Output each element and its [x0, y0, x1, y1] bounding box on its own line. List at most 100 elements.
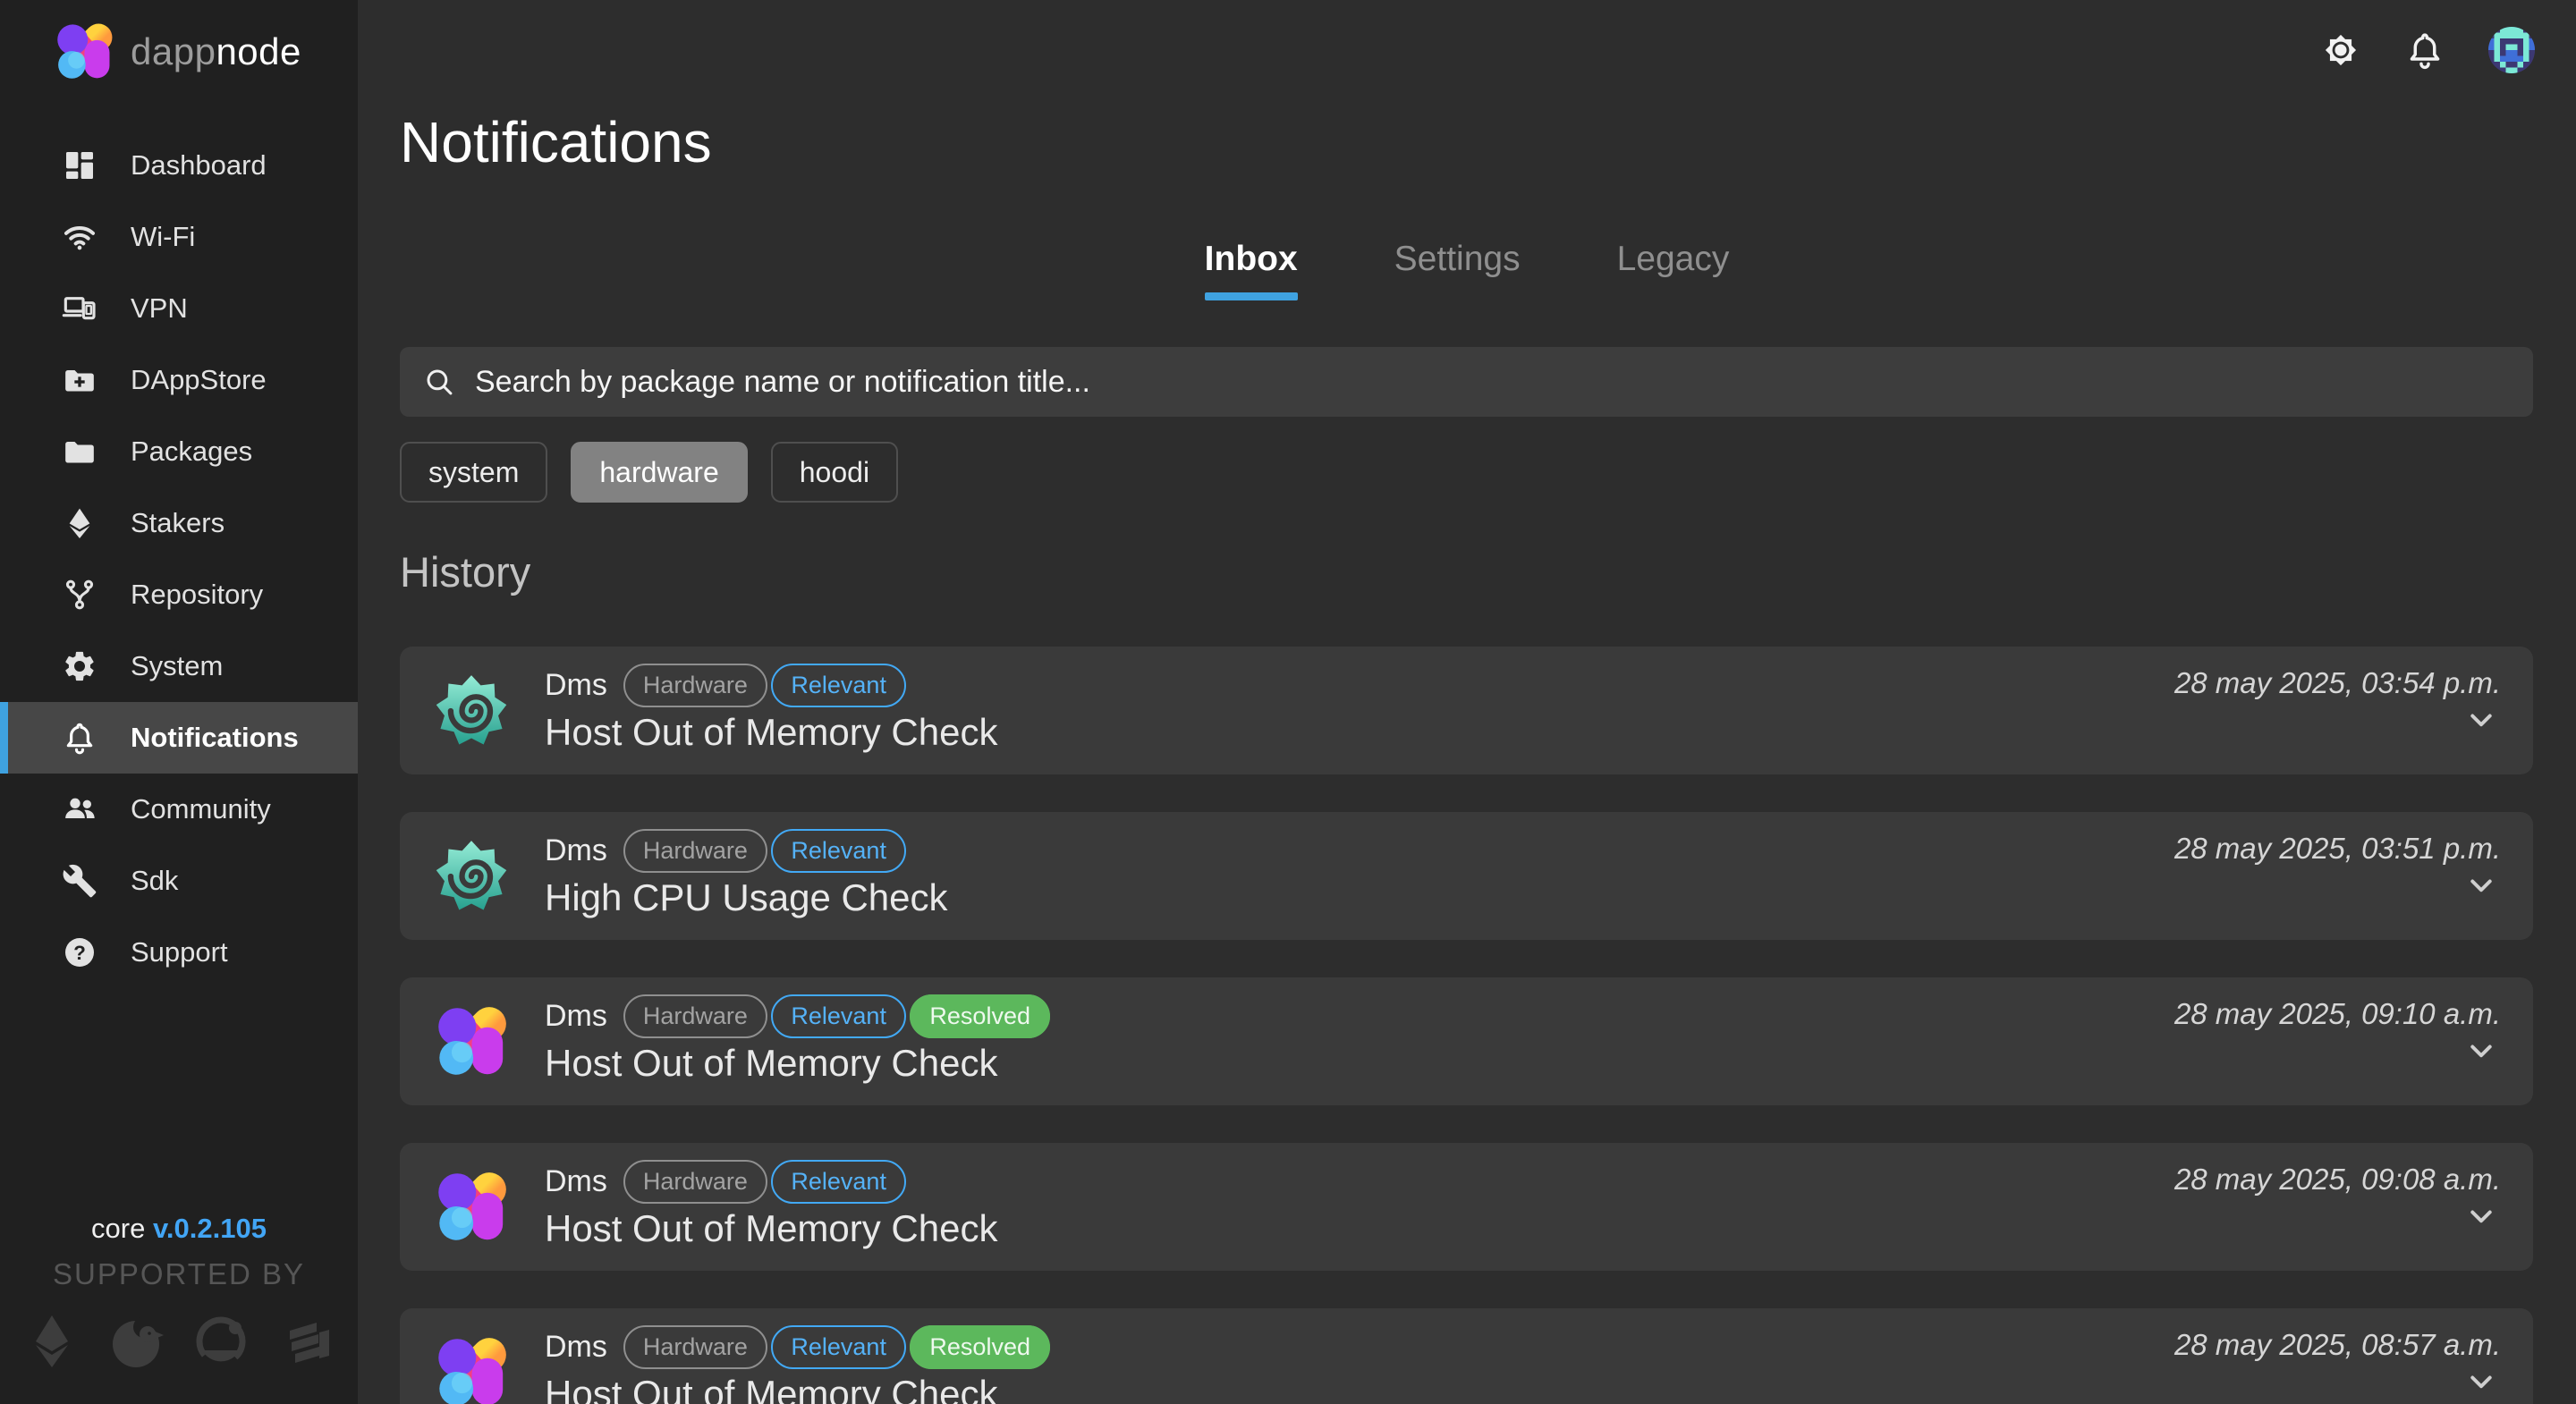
- status-badge: Resolved: [910, 994, 1050, 1038]
- support-icon: ?: [61, 934, 98, 971]
- package-name: Dms: [545, 999, 607, 1034]
- search-input[interactable]: [473, 364, 2510, 401]
- package-name: Dms: [545, 1164, 607, 1199]
- sdk-icon: [61, 862, 98, 900]
- tab-inbox[interactable]: Inbox: [1205, 240, 1298, 300]
- dappstore-icon: [61, 361, 98, 399]
- sidebar-item-repository[interactable]: Repository: [0, 559, 358, 630]
- notification-card[interactable]: Dms Hardware Relevant Resolved: [400, 1308, 2533, 1404]
- package-name: Dms: [545, 1330, 607, 1365]
- chevron-down-icon[interactable]: [2465, 869, 2497, 901]
- card-meta: Dms Hardware Relevant: [545, 1164, 997, 1199]
- card-body: Dms Hardware Relevant High CPU Usage Che…: [545, 833, 948, 919]
- dappnode-logo-icon: [434, 1170, 509, 1245]
- stakers-icon: [61, 504, 98, 542]
- supported-by-label: SUPPORTED BY: [0, 1257, 358, 1291]
- tab-settings[interactable]: Settings: [1394, 240, 1521, 300]
- package-name: Dms: [545, 668, 607, 703]
- badges: Hardware Relevant Resolved: [623, 1335, 1050, 1359]
- card-right: 28 may 2025, 03:51 p.m.: [2174, 832, 2501, 901]
- sidebar-item-stakers[interactable]: Stakers: [0, 487, 358, 559]
- bird-logo: [108, 1313, 165, 1370]
- topbar: [2320, 27, 2535, 73]
- status-badge: Relevant: [771, 829, 906, 873]
- sidebar-menu: Dashboard Wi-Fi VPN: [0, 130, 358, 988]
- dashboard-icon: [61, 147, 98, 184]
- sidebar-item-dashboard[interactable]: Dashboard: [0, 130, 358, 201]
- community-icon: [61, 791, 98, 828]
- sidebar: dappnode Dashboard Wi-Fi: [0, 0, 358, 1404]
- core-version-line: core v.0.2.105: [0, 1213, 358, 1245]
- sidebar-item-system[interactable]: System: [0, 630, 358, 702]
- avatar[interactable]: [2488, 27, 2535, 73]
- vpn-icon: [61, 290, 98, 327]
- svg-text:?: ?: [73, 942, 86, 964]
- notification-title: Host Out of Memory Check: [545, 1373, 1050, 1404]
- card-body: Dms Hardware Relevant Host Out of Memory…: [545, 668, 997, 754]
- notification-card[interactable]: Dms Hardware Relevant Resolved: [400, 977, 2533, 1105]
- brand-wordmark: dappnode: [131, 30, 301, 73]
- tab-underline: [1617, 292, 1730, 300]
- filter-chip-system[interactable]: system: [400, 442, 547, 503]
- status-badge: Hardware: [623, 829, 767, 873]
- filter-chip-hardware[interactable]: hardware: [571, 442, 747, 503]
- ethereum-logo: [23, 1313, 80, 1370]
- timestamp: 28 may 2025, 09:10 a.m.: [2174, 997, 2501, 1031]
- timestamp: 28 may 2025, 08:57 a.m.: [2174, 1328, 2501, 1362]
- timestamp: 28 may 2025, 03:51 p.m.: [2174, 832, 2501, 866]
- status-badge: Relevant: [771, 994, 906, 1038]
- chevron-down-icon[interactable]: [2465, 1366, 2497, 1398]
- theme-sun-icon[interactable]: [2320, 30, 2361, 71]
- notification-title: Host Out of Memory Check: [545, 711, 997, 754]
- chevron-down-icon[interactable]: [2465, 1035, 2497, 1067]
- status-badge: Hardware: [623, 994, 767, 1038]
- dappnode-logo-icon: [54, 21, 114, 82]
- card-right: 28 may 2025, 09:10 a.m.: [2174, 997, 2501, 1067]
- filter-chip-hoodi[interactable]: hoodi: [771, 442, 898, 503]
- sidebar-item-wi-fi[interactable]: Wi-Fi: [0, 201, 358, 273]
- dappnode-logo-icon: [434, 1004, 509, 1079]
- notification-card[interactable]: Dms Hardware Relevant Host Out of Memory…: [400, 1143, 2533, 1271]
- notification-title: High CPU Usage Check: [545, 876, 948, 919]
- ring-dot-logo: [192, 1313, 250, 1370]
- tab-underline: [1205, 292, 1298, 300]
- search-icon: [423, 366, 455, 398]
- tabs: Inbox Settings Legacy: [358, 240, 2576, 300]
- status-badge: Relevant: [771, 1160, 906, 1204]
- notification-title: Host Out of Memory Check: [545, 1042, 1050, 1085]
- notifications-icon: [61, 719, 98, 757]
- tab-underline: [1394, 292, 1521, 300]
- sidebar-item-support[interactable]: ? Support: [0, 917, 358, 988]
- package-name: Dms: [545, 833, 607, 868]
- sidebar-item-notifications[interactable]: Notifications: [0, 702, 358, 774]
- notification-list: Dms Hardware Relevant Host Out of Memory…: [400, 647, 2533, 1404]
- dms-grafana-icon: [434, 839, 509, 914]
- card-body: Dms Hardware Relevant Resolved: [545, 1330, 1050, 1404]
- wifi-icon: [61, 218, 98, 256]
- tab-legacy[interactable]: Legacy: [1617, 240, 1730, 300]
- card-right: 28 may 2025, 03:54 p.m.: [2174, 666, 2501, 736]
- sidebar-item-dappstore[interactable]: DAppStore: [0, 344, 358, 416]
- system-icon: [61, 647, 98, 685]
- notification-card[interactable]: Dms Hardware Relevant High CPU Usage Che…: [400, 812, 2533, 940]
- timestamp: 28 may 2025, 03:54 p.m.: [2174, 666, 2501, 700]
- sidebar-item-sdk[interactable]: Sdk: [0, 845, 358, 917]
- badges: Hardware Relevant: [623, 839, 906, 863]
- bell-icon[interactable]: [2404, 30, 2445, 71]
- sidebar-item-community[interactable]: Community: [0, 774, 358, 845]
- sidebar-item-vpn[interactable]: VPN: [0, 273, 358, 344]
- brand[interactable]: dappnode: [54, 21, 301, 82]
- card-body: Dms Hardware Relevant Host Out of Memory…: [545, 1164, 997, 1250]
- page-title: Notifications: [400, 109, 712, 175]
- chevron-down-icon[interactable]: [2465, 1200, 2497, 1232]
- card-right: 28 may 2025, 09:08 a.m.: [2174, 1163, 2501, 1232]
- status-badge: Hardware: [623, 664, 767, 707]
- timestamp: 28 may 2025, 09:08 a.m.: [2174, 1163, 2501, 1197]
- notification-card[interactable]: Dms Hardware Relevant Host Out of Memory…: [400, 647, 2533, 774]
- badges: Hardware Relevant: [623, 1170, 906, 1194]
- dappnode-logo-icon: [434, 1335, 509, 1404]
- sidebar-item-packages[interactable]: Packages: [0, 416, 358, 487]
- chevron-down-icon[interactable]: [2465, 704, 2497, 736]
- avatar-identicon: [2488, 27, 2535, 73]
- status-badge: Resolved: [910, 1325, 1050, 1369]
